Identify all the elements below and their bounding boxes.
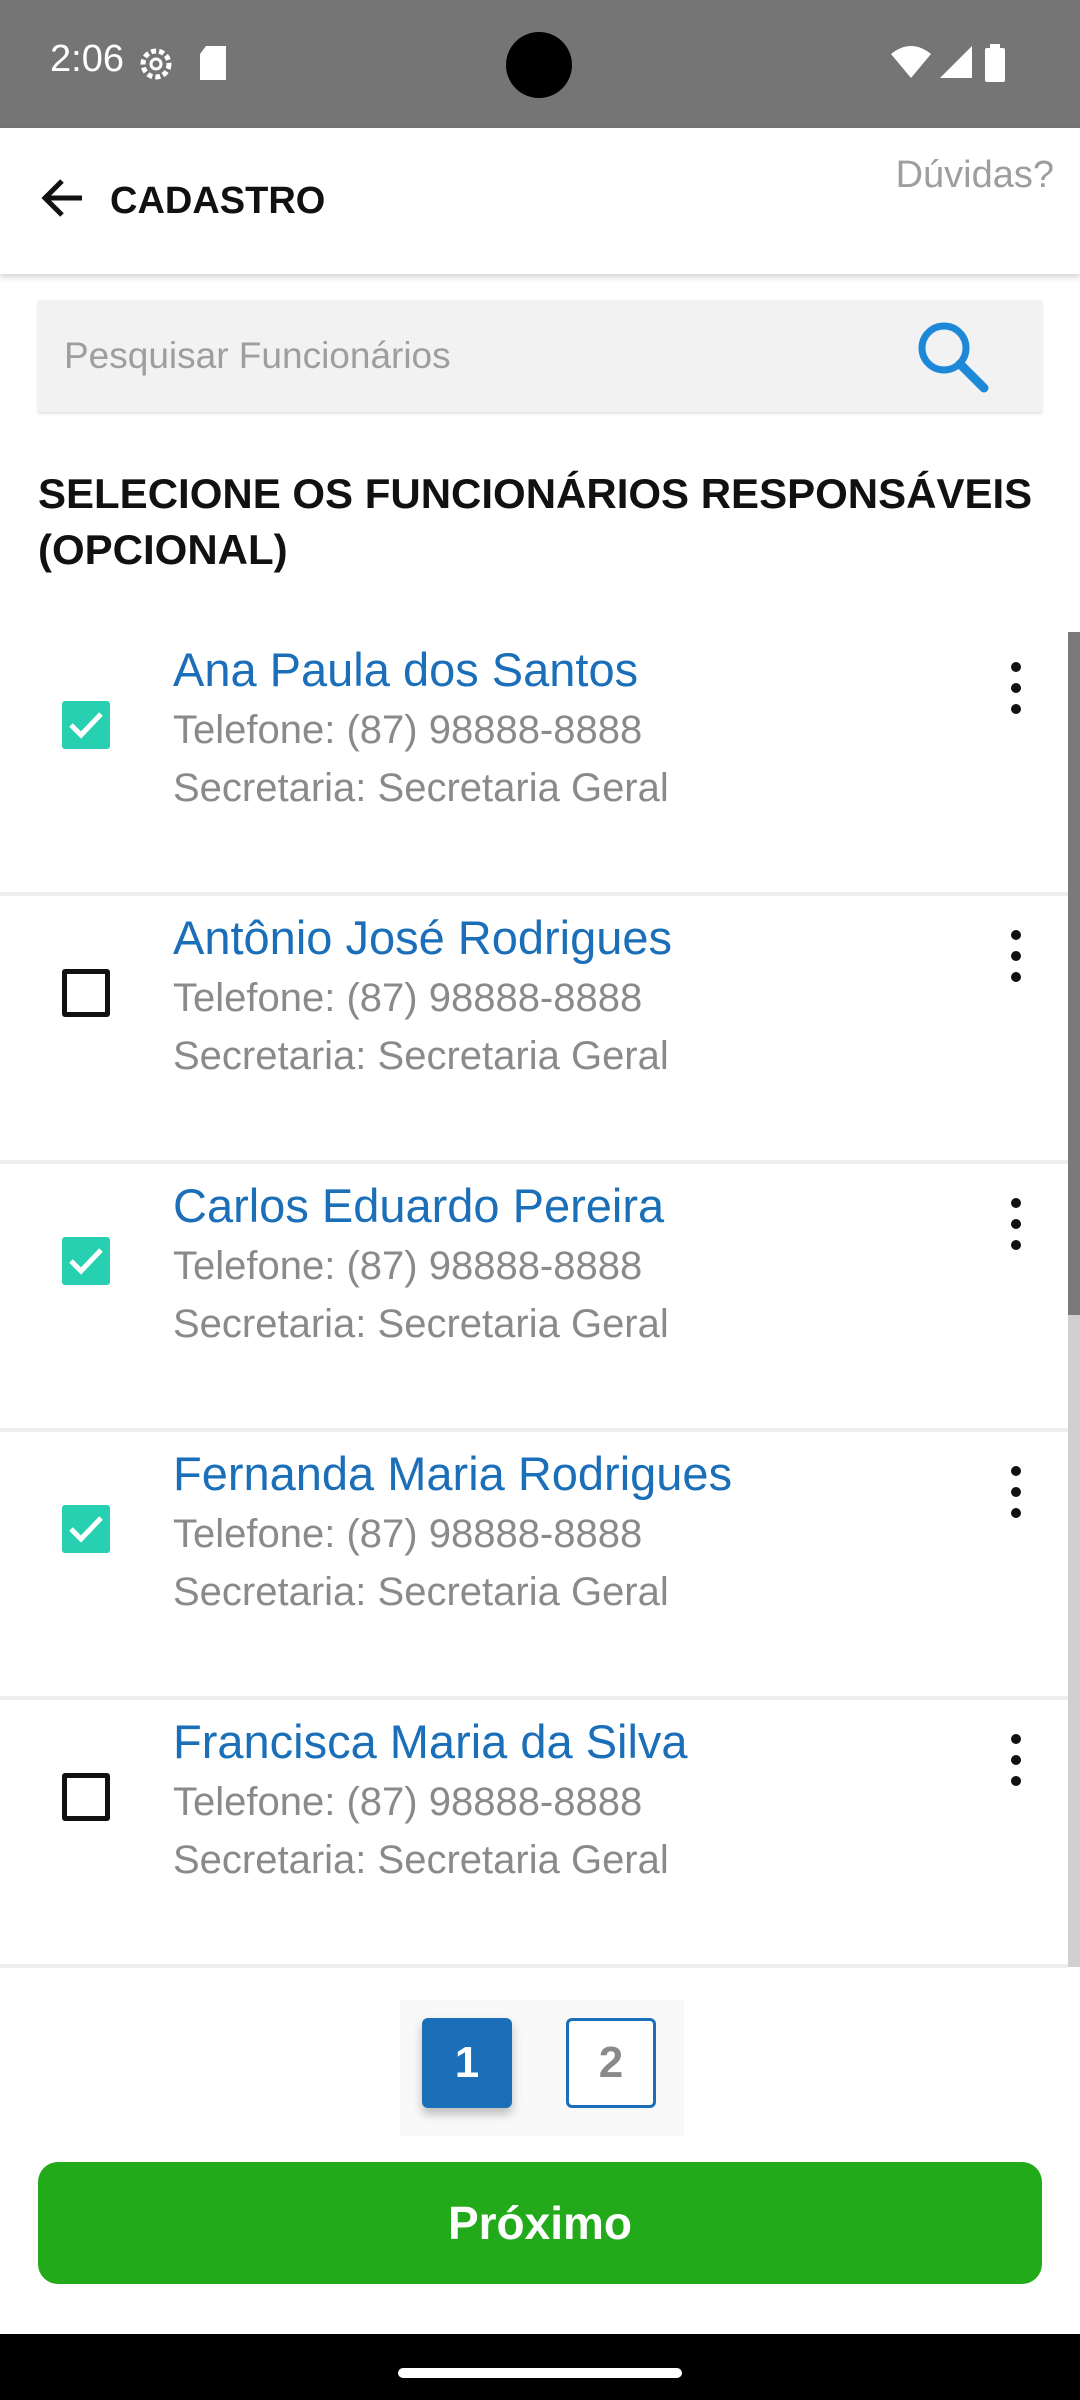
employee-department: Secretaria: Secretaria Geral xyxy=(173,1302,669,1346)
pagination: 1 2 xyxy=(400,2000,684,2136)
status-bar: 2:06 xyxy=(0,0,1080,128)
search-icon[interactable] xyxy=(912,316,994,398)
checkmark-icon xyxy=(69,1248,103,1275)
employee-name: Fernanda Maria Rodrigues xyxy=(173,1447,733,1500)
employee-row[interactable]: Carlos Eduardo Pereira Telefone: (87) 98… xyxy=(0,1164,1068,1432)
status-time: 2:06 xyxy=(50,38,124,80)
employee-row[interactable]: Antônio José Rodrigues Telefone: (87) 98… xyxy=(0,896,1068,1164)
wifi-icon xyxy=(891,46,931,78)
more-vertical-icon[interactable] xyxy=(1000,1730,1032,1790)
page-button-1[interactable]: 1 xyxy=(422,2018,512,2108)
checkmark-icon xyxy=(69,712,103,739)
employee-department: Secretaria: Secretaria Geral xyxy=(173,1838,669,1882)
employee-checkbox[interactable] xyxy=(62,1773,110,1821)
back-arrow-icon[interactable] xyxy=(38,173,88,223)
scrollbar-thumb[interactable] xyxy=(1068,632,1080,1315)
employee-name: Ana Paula dos Santos xyxy=(173,643,639,696)
checkmark-icon xyxy=(69,1516,103,1543)
help-link[interactable]: Dúvidas? xyxy=(896,154,1054,197)
employee-department: Secretaria: Secretaria Geral xyxy=(173,1034,669,1078)
employee-phone: Telefone: (87) 98888-8888 xyxy=(173,1244,643,1288)
employee-name: Francisca Maria da Silva xyxy=(173,1715,688,1768)
camera-cutout xyxy=(506,32,572,98)
employee-phone: Telefone: (87) 98888-8888 xyxy=(173,1512,643,1556)
sd-card-icon xyxy=(200,46,226,80)
employee-row[interactable]: Francisca Maria da Silva Telefone: (87) … xyxy=(0,1700,1068,1968)
search-box xyxy=(38,300,1042,412)
employee-phone: Telefone: (87) 98888-8888 xyxy=(173,708,643,752)
search-input[interactable] xyxy=(64,300,884,412)
home-handle[interactable] xyxy=(398,2368,682,2378)
more-vertical-icon[interactable] xyxy=(1000,926,1032,986)
more-vertical-icon[interactable] xyxy=(1000,658,1032,718)
employee-phone: Telefone: (87) 98888-8888 xyxy=(173,976,643,1020)
more-vertical-icon[interactable] xyxy=(1000,1462,1032,1522)
employee-row[interactable]: Fernanda Maria Rodrigues Telefone: (87) … xyxy=(0,1432,1068,1700)
employee-name: Antônio José Rodrigues xyxy=(173,911,673,964)
employee-checkbox[interactable] xyxy=(62,701,110,749)
employee-list: Ana Paula dos Santos Telefone: (87) 9888… xyxy=(0,628,1068,1968)
page-title: CADASTRO xyxy=(110,180,326,222)
more-vertical-icon[interactable] xyxy=(1000,1194,1032,1254)
employee-phone: Telefone: (87) 98888-8888 xyxy=(173,1780,643,1824)
list-scrollbar[interactable] xyxy=(1068,632,1080,1967)
settings-icon xyxy=(140,48,172,80)
employee-row[interactable]: Ana Paula dos Santos Telefone: (87) 9888… xyxy=(0,628,1068,896)
system-nav-bar xyxy=(0,2334,1080,2400)
app-header: CADASTRO Dúvidas? xyxy=(0,128,1080,274)
battery-icon xyxy=(985,44,1005,82)
next-button[interactable]: Próximo xyxy=(38,2162,1042,2284)
page-button-2[interactable]: 2 xyxy=(566,2018,656,2108)
employee-checkbox[interactable] xyxy=(62,1237,110,1285)
section-title: SELECIONE OS FUNCIONÁRIOS RESPONSÁVEIS (… xyxy=(38,470,1033,573)
signal-icon xyxy=(940,46,972,78)
employee-checkbox[interactable] xyxy=(62,1505,110,1553)
employee-name: Carlos Eduardo Pereira xyxy=(173,1179,665,1232)
employee-department: Secretaria: Secretaria Geral xyxy=(173,766,669,810)
employee-department: Secretaria: Secretaria Geral xyxy=(173,1570,669,1614)
employee-checkbox[interactable] xyxy=(62,969,110,1017)
